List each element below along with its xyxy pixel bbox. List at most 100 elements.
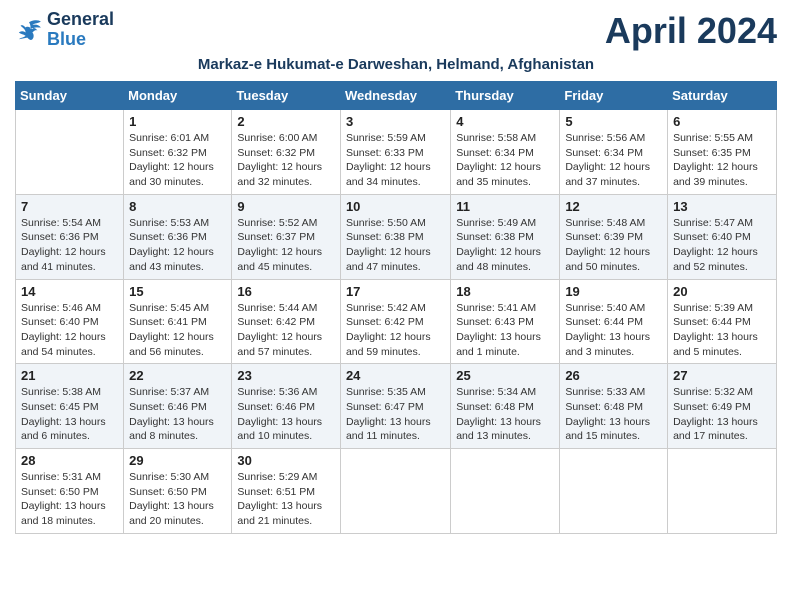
day-info: Sunrise: 5:49 AM Sunset: 6:38 PM Dayligh… [456, 216, 554, 275]
day-number: 17 [346, 284, 445, 299]
calendar-cell: 22 Sunrise: 5:37 AM Sunset: 6:46 PM Dayli… [124, 364, 232, 449]
day-number: 16 [237, 284, 335, 299]
day-info: Sunrise: 5:39 AM Sunset: 6:44 PM Dayligh… [673, 301, 771, 360]
logo-icon [15, 19, 43, 41]
day-info: Sunrise: 5:47 AM Sunset: 6:40 PM Dayligh… [673, 216, 771, 275]
logo: General Blue [15, 10, 114, 50]
day-info: Sunrise: 5:36 AM Sunset: 6:46 PM Dayligh… [237, 385, 335, 444]
calendar-header-row: SundayMondayTuesdayWednesdayThursdayFrid… [16, 82, 777, 110]
day-number: 22 [129, 368, 226, 383]
day-number: 15 [129, 284, 226, 299]
calendar-cell: 19 Sunrise: 5:40 AM Sunset: 6:44 PM Dayli… [560, 279, 668, 364]
day-number: 21 [21, 368, 118, 383]
day-info: Sunrise: 5:59 AM Sunset: 6:33 PM Dayligh… [346, 131, 445, 190]
day-info: Sunrise: 6:00 AM Sunset: 6:32 PM Dayligh… [237, 131, 335, 190]
page-title: April 2024 [605, 10, 777, 52]
day-info: Sunrise: 5:44 AM Sunset: 6:42 PM Dayligh… [237, 301, 335, 360]
calendar-cell: 20 Sunrise: 5:39 AM Sunset: 6:44 PM Dayli… [668, 279, 777, 364]
day-header-wednesday: Wednesday [340, 82, 450, 110]
calendar-cell: 3Sunrise: 5:59 AM Sunset: 6:33 PM Daylig… [340, 110, 450, 195]
calendar-cell: 23 Sunrise: 5:36 AM Sunset: 6:46 PM Dayli… [232, 364, 341, 449]
calendar-cell: 18 Sunrise: 5:41 AM Sunset: 6:43 PM Dayli… [451, 279, 560, 364]
day-info: Sunrise: 5:40 AM Sunset: 6:44 PM Dayligh… [565, 301, 662, 360]
day-info: Sunrise: 5:53 AM Sunset: 6:36 PM Dayligh… [129, 216, 226, 275]
day-info: Sunrise: 6:01 AM Sunset: 6:32 PM Dayligh… [129, 131, 226, 190]
day-header-friday: Friday [560, 82, 668, 110]
day-info: Sunrise: 5:33 AM Sunset: 6:48 PM Dayligh… [565, 385, 662, 444]
calendar-cell: 29Sunrise: 5:30 AM Sunset: 6:50 PM Dayli… [124, 449, 232, 534]
day-number: 9 [237, 199, 335, 214]
logo-text-blue: Blue [47, 30, 114, 50]
calendar-cell: 25 Sunrise: 5:34 AM Sunset: 6:48 PM Dayli… [451, 364, 560, 449]
day-number: 25 [456, 368, 554, 383]
calendar-week-1: 1 Sunrise: 6:01 AM Sunset: 6:32 PM Daylig… [16, 110, 777, 195]
calendar-cell: 13 Sunrise: 5:47 AM Sunset: 6:40 PM Dayli… [668, 194, 777, 279]
calendar-week-3: 14Sunrise: 5:46 AM Sunset: 6:40 PM Dayli… [16, 279, 777, 364]
day-info: Sunrise: 5:50 AM Sunset: 6:38 PM Dayligh… [346, 216, 445, 275]
calendar-cell: 28Sunrise: 5:31 AM Sunset: 6:50 PM Dayli… [16, 449, 124, 534]
calendar-week-2: 7Sunrise: 5:54 AM Sunset: 6:36 PM Daylig… [16, 194, 777, 279]
day-info: Sunrise: 5:48 AM Sunset: 6:39 PM Dayligh… [565, 216, 662, 275]
day-number: 18 [456, 284, 554, 299]
day-number: 24 [346, 368, 445, 383]
calendar-cell [16, 110, 124, 195]
day-number: 4 [456, 114, 554, 129]
day-info: Sunrise: 5:58 AM Sunset: 6:34 PM Dayligh… [456, 131, 554, 190]
day-number: 13 [673, 199, 771, 214]
day-number: 19 [565, 284, 662, 299]
calendar-cell: 14Sunrise: 5:46 AM Sunset: 6:40 PM Dayli… [16, 279, 124, 364]
day-info: Sunrise: 5:41 AM Sunset: 6:43 PM Dayligh… [456, 301, 554, 360]
calendar-cell: 10 Sunrise: 5:50 AM Sunset: 6:38 PM Dayli… [340, 194, 450, 279]
calendar-cell: 1 Sunrise: 6:01 AM Sunset: 6:32 PM Daylig… [124, 110, 232, 195]
calendar-table: SundayMondayTuesdayWednesdayThursdayFrid… [15, 81, 777, 534]
calendar-cell: 5Sunrise: 5:56 AM Sunset: 6:34 PM Daylig… [560, 110, 668, 195]
day-number: 20 [673, 284, 771, 299]
day-header-monday: Monday [124, 82, 232, 110]
day-number: 11 [456, 199, 554, 214]
calendar-cell: 24 Sunrise: 5:35 AM Sunset: 6:47 PM Dayli… [340, 364, 450, 449]
calendar-cell: 26 Sunrise: 5:33 AM Sunset: 6:48 PM Dayli… [560, 364, 668, 449]
day-number: 27 [673, 368, 771, 383]
calendar-cell: 16 Sunrise: 5:44 AM Sunset: 6:42 PM Dayli… [232, 279, 341, 364]
day-info: Sunrise: 5:37 AM Sunset: 6:46 PM Dayligh… [129, 385, 226, 444]
day-number: 23 [237, 368, 335, 383]
day-number: 6 [673, 114, 771, 129]
calendar-cell: 6 Sunrise: 5:55 AM Sunset: 6:35 PM Daylig… [668, 110, 777, 195]
day-number: 30 [237, 453, 335, 468]
calendar-cell [668, 449, 777, 534]
calendar-cell [340, 449, 450, 534]
day-number: 12 [565, 199, 662, 214]
day-info: Sunrise: 5:31 AM Sunset: 6:50 PM Dayligh… [21, 470, 118, 529]
page-subtitle: Markaz-e Hukumat-e Darweshan, Helmand, A… [15, 56, 777, 73]
day-info: Sunrise: 5:29 AM Sunset: 6:51 PM Dayligh… [237, 470, 335, 529]
day-info: Sunrise: 5:55 AM Sunset: 6:35 PM Dayligh… [673, 131, 771, 190]
day-number: 8 [129, 199, 226, 214]
day-info: Sunrise: 5:34 AM Sunset: 6:48 PM Dayligh… [456, 385, 554, 444]
calendar-cell [451, 449, 560, 534]
calendar-cell: 2Sunrise: 6:00 AM Sunset: 6:32 PM Daylig… [232, 110, 341, 195]
calendar-week-4: 21Sunrise: 5:38 AM Sunset: 6:45 PM Dayli… [16, 364, 777, 449]
calendar-cell: 27 Sunrise: 5:32 AM Sunset: 6:49 PM Dayli… [668, 364, 777, 449]
day-number: 14 [21, 284, 118, 299]
calendar-week-5: 28Sunrise: 5:31 AM Sunset: 6:50 PM Dayli… [16, 449, 777, 534]
day-number: 1 [129, 114, 226, 129]
calendar-cell: 15 Sunrise: 5:45 AM Sunset: 6:41 PM Dayli… [124, 279, 232, 364]
day-info: Sunrise: 5:56 AM Sunset: 6:34 PM Dayligh… [565, 131, 662, 190]
day-info: Sunrise: 5:45 AM Sunset: 6:41 PM Dayligh… [129, 301, 226, 360]
day-info: Sunrise: 5:42 AM Sunset: 6:42 PM Dayligh… [346, 301, 445, 360]
calendar-cell: 12 Sunrise: 5:48 AM Sunset: 6:39 PM Dayli… [560, 194, 668, 279]
day-number: 10 [346, 199, 445, 214]
day-number: 26 [565, 368, 662, 383]
day-header-thursday: Thursday [451, 82, 560, 110]
calendar-cell: 17 Sunrise: 5:42 AM Sunset: 6:42 PM Dayli… [340, 279, 450, 364]
calendar-cell: 7Sunrise: 5:54 AM Sunset: 6:36 PM Daylig… [16, 194, 124, 279]
day-info: Sunrise: 5:35 AM Sunset: 6:47 PM Dayligh… [346, 385, 445, 444]
day-info: Sunrise: 5:54 AM Sunset: 6:36 PM Dayligh… [21, 216, 118, 275]
calendar-cell: 21Sunrise: 5:38 AM Sunset: 6:45 PM Dayli… [16, 364, 124, 449]
day-info: Sunrise: 5:30 AM Sunset: 6:50 PM Dayligh… [129, 470, 226, 529]
day-header-saturday: Saturday [668, 82, 777, 110]
logo-text-general: General [47, 10, 114, 30]
calendar-cell: 4 Sunrise: 5:58 AM Sunset: 6:34 PM Daylig… [451, 110, 560, 195]
page-header: General Blue April 2024 [15, 10, 777, 52]
day-info: Sunrise: 5:32 AM Sunset: 6:49 PM Dayligh… [673, 385, 771, 444]
